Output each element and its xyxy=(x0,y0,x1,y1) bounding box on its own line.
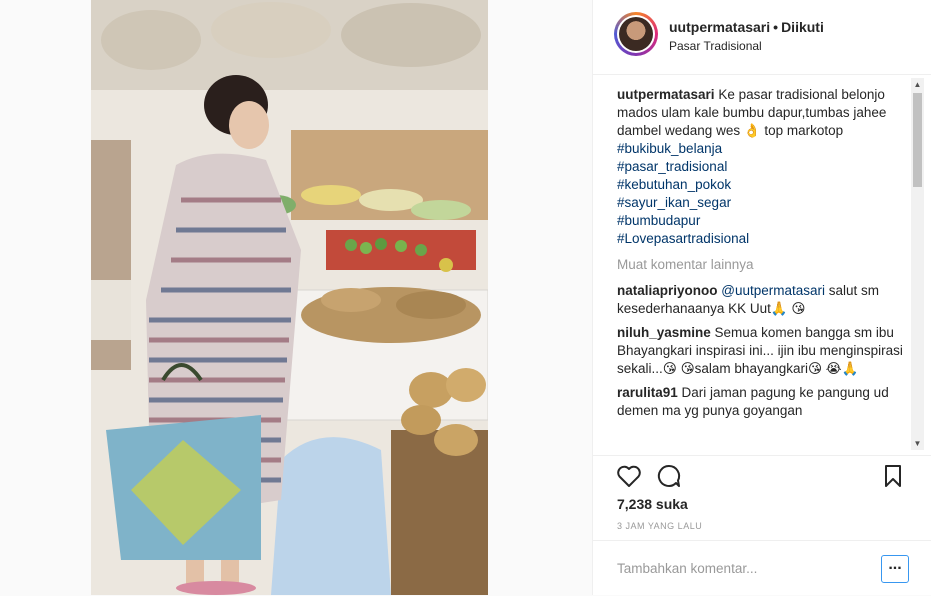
comment-item: niluh_yasmine Semua komen bangga sm ibu … xyxy=(617,324,907,378)
post-header: uutpermatasari • Diikuti Pasar Tradisional xyxy=(593,0,931,75)
hashtag-link[interactable]: #bukibuk_belanja xyxy=(617,140,907,158)
comment-item: nataliapriyonoo @uutpermatasari salut sm… xyxy=(617,282,907,318)
story-ring[interactable] xyxy=(614,12,658,56)
hashtag-link[interactable]: #bumbudapur xyxy=(617,212,907,230)
caption-username[interactable]: uutpermatasari xyxy=(617,87,715,102)
post-timestamp: 3 JAM YANG LALU xyxy=(617,521,703,531)
avatar-image xyxy=(619,17,653,51)
comment-username[interactable]: rarulita91 xyxy=(617,385,678,400)
comment-icon[interactable] xyxy=(655,462,683,490)
scroll-up-arrow-icon[interactable]: ▲ xyxy=(911,78,924,91)
comment-item: rarulita91 Dari jaman pagung ke pangung … xyxy=(617,384,907,420)
comment-username[interactable]: nataliapriyonoo xyxy=(617,283,718,298)
action-bar xyxy=(593,455,931,496)
more-options-button[interactable]: ... xyxy=(881,555,909,583)
separator-dot: • xyxy=(773,19,779,35)
location-link[interactable]: Pasar Tradisional xyxy=(669,39,762,53)
scroll-thumb[interactable] xyxy=(913,93,922,187)
post-photo[interactable] xyxy=(91,0,488,595)
hashtag-link[interactable]: #sayur_ikan_segar xyxy=(617,194,907,212)
add-comment-input[interactable]: Tambahkan komentar... xyxy=(617,561,757,576)
header-username[interactable]: uutpermatasari xyxy=(669,19,770,35)
heart-icon[interactable] xyxy=(615,462,643,490)
follow-status-button[interactable]: Diikuti xyxy=(781,19,824,35)
comment-mention[interactable]: @uutpermatasari xyxy=(721,283,825,298)
comments-scrollbar[interactable]: ▲ ▼ xyxy=(911,78,924,450)
avatar[interactable] xyxy=(617,15,655,53)
post-detail-panel: uutpermatasari • Diikuti Pasar Tradisional… xyxy=(592,0,931,595)
comment-username[interactable]: niluh_yasmine xyxy=(617,325,711,340)
add-comment-bar: Tambahkan komentar... ... xyxy=(593,540,931,596)
hashtag-link[interactable]: #Lovepasartradisional xyxy=(617,230,907,248)
header-user-line: uutpermatasari • Diikuti xyxy=(669,19,824,35)
market-photo-illustration xyxy=(91,0,488,595)
likes-count[interactable]: 7,238 suka xyxy=(617,496,688,512)
scroll-down-arrow-icon[interactable]: ▼ xyxy=(911,437,924,450)
bookmark-icon[interactable] xyxy=(879,462,907,490)
caption: uutpermatasari Ke pasar tradisional belo… xyxy=(617,86,907,140)
load-more-comments-link[interactable]: Muat komentar lainnya xyxy=(617,256,907,274)
hashtag-link[interactable]: #kebutuhan_pokok xyxy=(617,176,907,194)
comments-list[interactable]: uutpermatasari Ke pasar tradisional belo… xyxy=(617,86,907,454)
hashtag-link[interactable]: #pasar_tradisional xyxy=(617,158,907,176)
